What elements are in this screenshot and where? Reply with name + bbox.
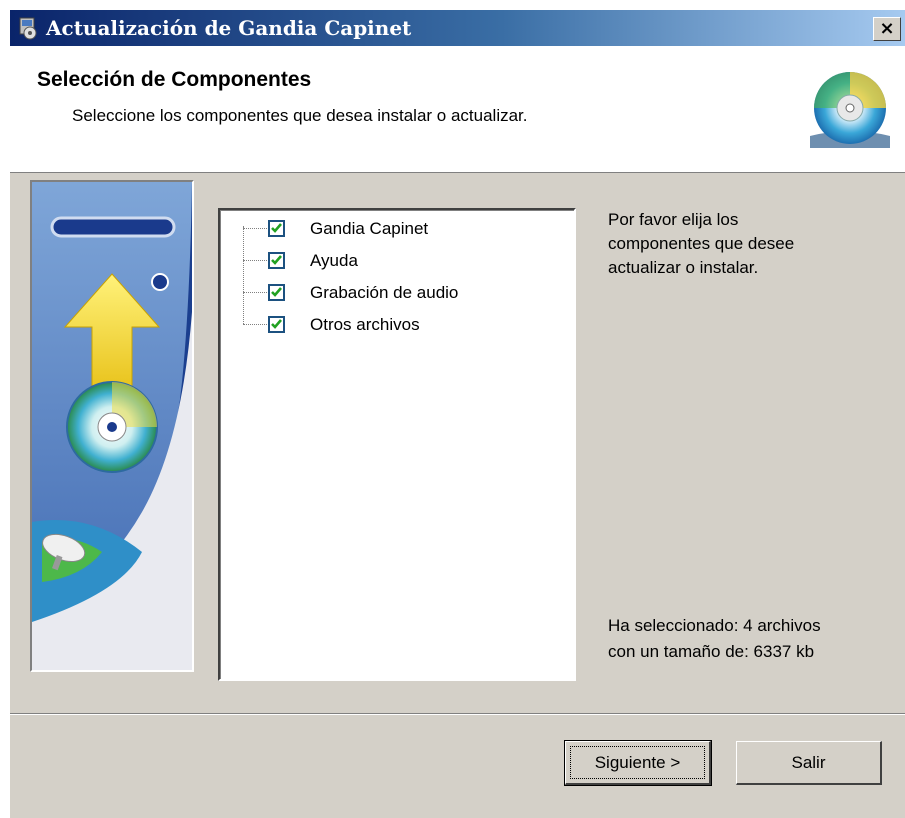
cd-icon	[810, 72, 890, 148]
component-label: Otros archivos	[310, 315, 420, 334]
app-installer-icon	[19, 17, 37, 40]
checkbox-ayuda[interactable]	[268, 252, 285, 269]
side-illustration-graphic	[32, 182, 192, 670]
checkmark-icon	[271, 223, 282, 233]
title-bar[interactable]: Actualización de Gandia Capinet ×	[10, 10, 905, 46]
close-button[interactable]: ×	[873, 17, 901, 41]
instructions-line: Por favor elija los	[608, 210, 739, 229]
side-illustration	[30, 180, 194, 672]
component-tree[interactable]: Gandia Capinet Ayuda Grabación de audio …	[218, 208, 576, 681]
instructions-line: actualizar o instalar.	[608, 258, 759, 277]
tree-connector	[243, 324, 267, 325]
instructions-line: componentes que desee	[608, 234, 795, 253]
checkmark-icon	[271, 255, 282, 265]
window-title: Actualización de Gandia Capinet	[46, 16, 412, 40]
component-label: Ayuda	[310, 251, 358, 270]
close-icon: ×	[879, 18, 895, 39]
page-subtitle: Seleccione los componentes que desea ins…	[72, 106, 528, 125]
selected-size: con un tamaño de: 6337 kb	[608, 642, 815, 661]
selection-summary: Ha seleccionado: 4 archivos con un tamañ…	[608, 613, 898, 665]
footer-divider-highlight	[10, 714, 905, 715]
wizard-header: Selección de Componentes Seleccione los …	[10, 46, 905, 173]
selected-count: Ha seleccionado: 4 archivos	[608, 616, 821, 635]
exit-button-label: Salir	[791, 753, 826, 772]
page-title: Selección de Componentes	[37, 68, 312, 91]
tree-connector	[243, 226, 244, 324]
instructions-text: Por favor elija los componentes que dese…	[608, 208, 878, 280]
next-button-label: Siguiente >	[594, 753, 681, 772]
exit-button[interactable]: Salir	[736, 741, 882, 785]
checkmark-icon	[271, 287, 282, 297]
component-label: Grabación de audio	[310, 283, 459, 302]
installer-window: Actualización de Gandia Capinet × Selecc…	[10, 10, 905, 818]
tree-connector	[243, 228, 267, 229]
checkbox-grabacion-audio[interactable]	[268, 284, 285, 301]
checkmark-icon	[271, 319, 282, 329]
checkbox-otros-archivos[interactable]	[268, 316, 285, 333]
tree-connector	[243, 260, 267, 261]
component-label: Gandia Capinet	[310, 219, 429, 238]
checkbox-gandia-capinet[interactable]	[268, 220, 285, 237]
tree-connector	[243, 292, 267, 293]
next-button[interactable]: Siguiente >	[564, 740, 712, 786]
